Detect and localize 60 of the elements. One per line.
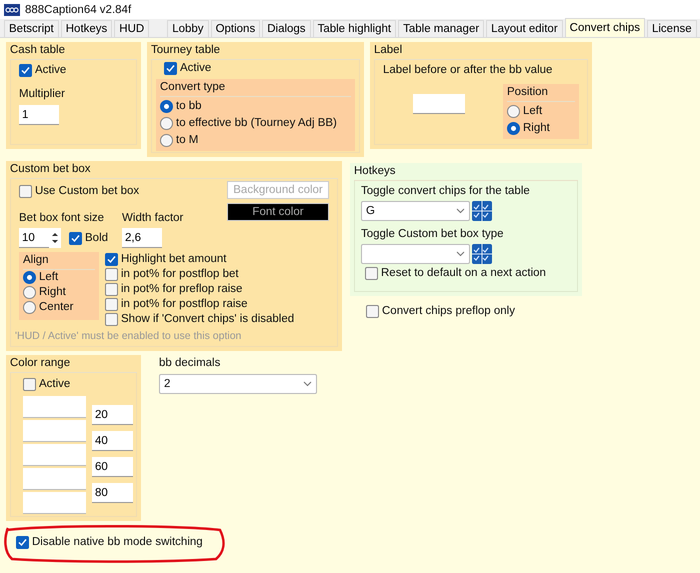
bb-decimals-label: bb decimals: [159, 356, 222, 371]
hint-text: 'HUD / Active' must be enabled to use this option: [15, 329, 242, 344]
threshold-field[interactable]: 80: [92, 483, 133, 503]
radio-button[interactable]: to effective bb (Tourney Adj BB): [160, 116, 351, 131]
width-factor-field[interactable]: 2,6: [122, 228, 162, 248]
radio-button[interactable]: to bb: [160, 99, 351, 114]
window-title: 888Caption64 v2.84f: [25, 4, 132, 16]
tab[interactable]: Layout editor: [486, 20, 563, 37]
checkbox[interactable]: Active: [23, 377, 128, 392]
font-size-field[interactable]: 10: [19, 228, 49, 248]
checkbox[interactable]: Active: [164, 61, 355, 76]
tab[interactable]: Table manager: [398, 20, 484, 37]
group-title: Position: [507, 85, 575, 102]
checkbox[interactable]: Bold: [69, 230, 108, 246]
panel-title: Color range: [10, 356, 137, 373]
checkbox[interactable]: Active: [19, 63, 128, 78]
tab[interactable]: License: [646, 20, 697, 37]
checkbox[interactable]: in pot% for postflop raise: [105, 297, 294, 312]
tab[interactable]: Convert chips: [564, 18, 645, 37]
checkbox[interactable]: in pot% for preflop raise: [105, 282, 294, 297]
checkbox[interactable]: in pot% for postflop bet: [105, 267, 294, 282]
radio-button[interactable]: Right: [23, 285, 95, 300]
hotkey-select[interactable]: G: [361, 201, 470, 221]
group-title: Convert type: [160, 80, 351, 97]
tab[interactable]: HUD: [114, 20, 150, 37]
group-title: Align: [23, 253, 95, 270]
checkbox[interactable]: Highlight bet amount: [105, 252, 294, 267]
panel-title: Tourney table: [151, 43, 360, 60]
width-factor-label: Width factor: [122, 211, 184, 226]
checkbox[interactable]: Convert chips preflop only: [366, 304, 582, 319]
radio-button[interactable]: to M: [160, 133, 351, 148]
hotkey-label: Toggle Custom bet box type: [361, 227, 505, 242]
tab[interactable]: Table highlight: [312, 20, 396, 37]
font-size-label: Bet box font size: [19, 211, 106, 226]
panel-title: Hotkeys: [354, 164, 578, 181]
checkbox[interactable]: Show if 'Convert chips' is disabled: [105, 312, 294, 327]
bb-decimals-select[interactable]: 2: [159, 374, 317, 394]
threshold-field[interactable]: 20: [92, 405, 133, 425]
tab[interactable]: Hotkeys: [60, 20, 112, 37]
checkbox[interactable]: Use Custom bet box: [19, 184, 140, 199]
radio-button[interactable]: Left: [507, 104, 575, 119]
tab[interactable]: Lobby: [167, 20, 209, 37]
multiplier-field[interactable]: 1: [19, 105, 59, 125]
threshold-field[interactable]: 40: [92, 431, 133, 451]
panel-title: Cash table: [10, 43, 137, 60]
radio-button[interactable]: Center: [23, 300, 95, 315]
tab[interactable]: Options: [210, 20, 260, 37]
radio-button[interactable]: Left: [23, 270, 95, 285]
color-button[interactable]: Font color: [227, 203, 329, 221]
tab[interactable]: Dialogs: [262, 20, 311, 37]
checkbox[interactable]: Disable native bb mode switching: [16, 535, 216, 550]
hotkey-label: Toggle convert chips for the table: [361, 184, 531, 199]
panel-title: Label: [374, 43, 588, 60]
panel-title: Custom bet box: [10, 162, 338, 179]
threshold-field[interactable]: 60: [92, 457, 133, 477]
label-description: Label before or after the bb value: [383, 63, 554, 78]
radio-button[interactable]: Right: [507, 121, 575, 136]
checkbox[interactable]: Reset to default on a next action: [365, 266, 571, 281]
tab[interactable]: Betscript: [4, 20, 59, 37]
multiplier-label: Multiplier: [19, 87, 66, 102]
